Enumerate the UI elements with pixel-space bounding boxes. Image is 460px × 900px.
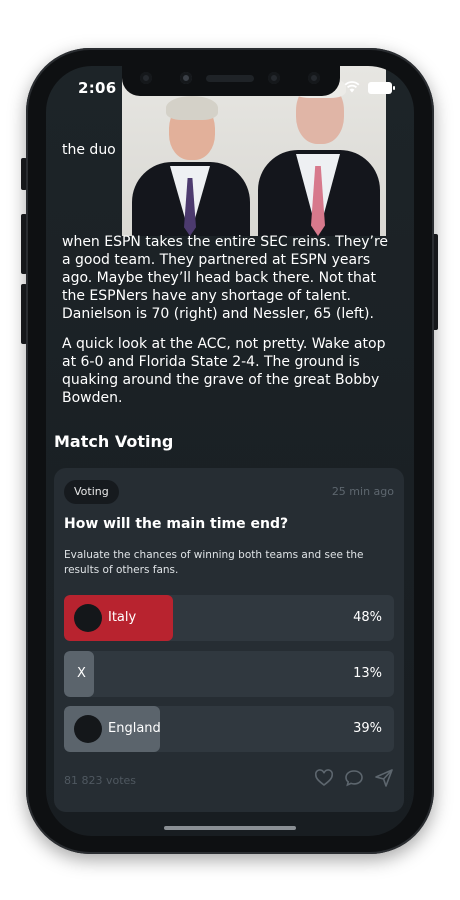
person-left	[126, 86, 256, 236]
camera-icon	[140, 72, 152, 84]
poll-option-percent: 13%	[353, 666, 382, 681]
poll-option-label: X	[77, 666, 86, 681]
poll-question: How will the main time end?	[64, 516, 289, 532]
home-indicator[interactable]	[164, 826, 296, 830]
poll-option-percent: 39%	[353, 721, 382, 736]
poll-tag: Voting	[64, 480, 119, 504]
comment-icon[interactable]	[344, 768, 364, 788]
flag-icon	[74, 715, 102, 743]
vote-count: 81 823 votes	[64, 774, 137, 787]
poll-description: Evaluate the chances of winning both tea…	[64, 549, 364, 576]
status-time: 2:06	[78, 79, 117, 97]
section-title: Match Voting	[54, 432, 174, 451]
camera-icon	[308, 72, 320, 84]
poll-card: Voting 25 min ago How will the main time…	[54, 468, 404, 812]
flag-icon	[74, 604, 102, 632]
send-icon[interactable]	[374, 768, 394, 788]
poll-option-italy[interactable]: Italy 48%	[64, 595, 394, 641]
article-body: when ESPN takes the entire SEC reins. Th…	[62, 233, 398, 419]
poll-option-label: England	[108, 721, 161, 736]
poll-option-label: Italy	[108, 610, 137, 625]
article-paragraph: when ESPN takes the entire SEC reins. Th…	[62, 234, 389, 322]
poll-timestamp: 25 min ago	[331, 485, 394, 498]
poll-actions	[314, 768, 394, 788]
sensor-icon	[180, 72, 192, 84]
phone-screen: 2:06 the duo when ESPN takes the entire …	[46, 66, 414, 836]
article-caption: the duo	[62, 142, 116, 158]
poll-option-percent: 48%	[353, 610, 382, 625]
heart-icon[interactable]	[314, 768, 334, 788]
wifi-icon	[344, 78, 360, 97]
battery-icon	[368, 81, 395, 94]
speaker-grille	[206, 75, 254, 82]
notch	[122, 66, 340, 96]
sensor-icon	[268, 72, 280, 84]
poll-option-england[interactable]: England 39%	[64, 706, 394, 752]
status-icons	[344, 78, 395, 97]
poll-option-draw[interactable]: X 13%	[64, 651, 394, 697]
article-paragraph: A quick look at the ACC, not pretty. Wak…	[62, 336, 386, 406]
